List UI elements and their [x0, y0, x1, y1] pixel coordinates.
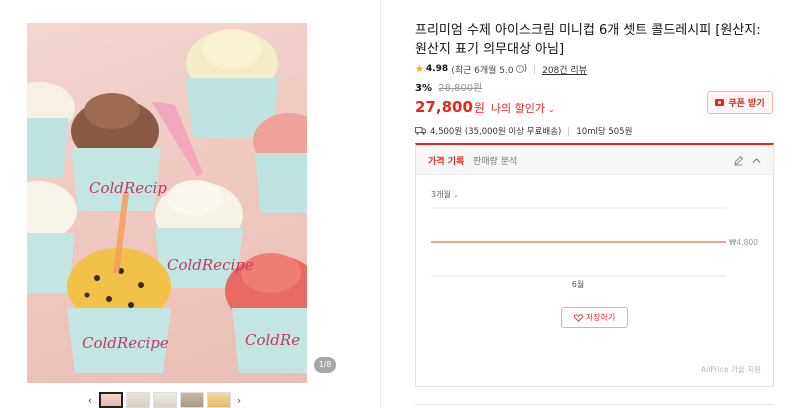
- price-chart: ₩4,800: [431, 207, 758, 277]
- coupon-button[interactable]: 쿠폰 받기: [707, 91, 773, 114]
- unit-price: 10ml당 505원: [576, 127, 633, 137]
- review-count-link[interactable]: 208건 리뷰: [542, 63, 587, 76]
- heart-icon: [573, 313, 583, 322]
- rating-close-paren: ): [523, 64, 528, 74]
- save-button-label: 저장하기: [585, 313, 616, 322]
- rating-row: ★ 4.98 (최근 6개월 5.0 i ) 208건 리뷰: [415, 62, 587, 76]
- shipping-fee: 4,500원 (35,000원 이상 무료배송): [430, 127, 562, 137]
- rating-score: 4.98: [425, 64, 449, 74]
- edit-icon[interactable]: [733, 155, 744, 166]
- period-label: 3개월: [431, 190, 451, 199]
- thumbnail-4[interactable]: [179, 392, 204, 408]
- thumbnail-strip: ‹ ›: [83, 392, 246, 408]
- thumbnail-1[interactable]: [98, 392, 123, 408]
- cup-brand-text: ColdRecipe: [82, 334, 169, 352]
- discount-rate: 3%: [415, 83, 432, 94]
- column-divider: [380, 0, 381, 408]
- divider: [568, 126, 570, 136]
- tab-sales-analysis[interactable]: 판매량 분석: [473, 154, 517, 167]
- chevron-up-icon[interactable]: [751, 155, 762, 166]
- original-price: 28,800원: [438, 83, 483, 94]
- tab-price-history[interactable]: 가격 기록: [428, 154, 464, 167]
- image-counter: 1/8: [314, 357, 336, 373]
- currency-unit: 원: [473, 101, 485, 115]
- chevron-down-icon[interactable]: ⌄: [548, 105, 555, 114]
- rating-period: (최근 6개월 5.0: [451, 65, 514, 76]
- coupon-icon: [715, 99, 725, 106]
- sale-price: 27,800: [415, 98, 473, 116]
- product-title: 프리미엄 수제 아이스크림 미니컵 6개 셋트 콜드레시피 [원산지: 원산지 …: [415, 23, 761, 57]
- divider: [534, 64, 536, 74]
- cup-brand-text: ColdRecip: [89, 179, 167, 197]
- shipping-row: 4,500원 (35,000원 이상 무료배송) 10ml당 505원: [415, 124, 632, 138]
- thumbnail-3[interactable]: [152, 392, 177, 408]
- aliprice-credit: AliPrice 기술 지원: [701, 365, 761, 374]
- x-axis-label: 6월: [571, 280, 585, 289]
- thumbnail-5[interactable]: [206, 392, 231, 408]
- save-button[interactable]: 저장하기: [561, 307, 628, 328]
- chevron-down-icon: ⌄: [452, 191, 459, 199]
- my-discount-price-toggle[interactable]: 나의 할인가: [491, 100, 545, 116]
- info-icon[interactable]: i: [515, 65, 524, 73]
- sale-price-row: 27,800 원 나의 할인가 ⌄: [415, 98, 555, 118]
- product-hero-image[interactable]: ColdRecip ColdRecipe ColdRecipe ColdRe: [27, 23, 307, 383]
- cup-brand-text: ColdRecipe: [167, 256, 254, 274]
- section-divider: [415, 404, 774, 405]
- discount-row: 3% 28,800원: [415, 82, 482, 96]
- cup-brand-text: ColdRe: [245, 331, 300, 349]
- truck-icon: [415, 127, 426, 135]
- panel-header: 가격 기록 판매량 분석: [416, 145, 773, 175]
- price-value-label: ₩4,800: [729, 238, 758, 247]
- period-selector[interactable]: 3개월 ⌄: [431, 189, 459, 200]
- coupon-button-label: 쿠폰 받기: [728, 99, 765, 109]
- price-history-panel: 가격 기록 판매량 분석 3개월 ⌄ ₩4,800 6월 저장하기 AliPri…: [415, 143, 774, 387]
- chevron-right-icon[interactable]: ›: [232, 394, 246, 407]
- thumbnail-2[interactable]: [125, 392, 150, 408]
- star-icon: ★: [415, 63, 424, 75]
- chevron-left-icon[interactable]: ‹: [83, 394, 97, 407]
- product-page: ColdRecip ColdRecipe ColdRecipe ColdRe 1…: [0, 0, 800, 408]
